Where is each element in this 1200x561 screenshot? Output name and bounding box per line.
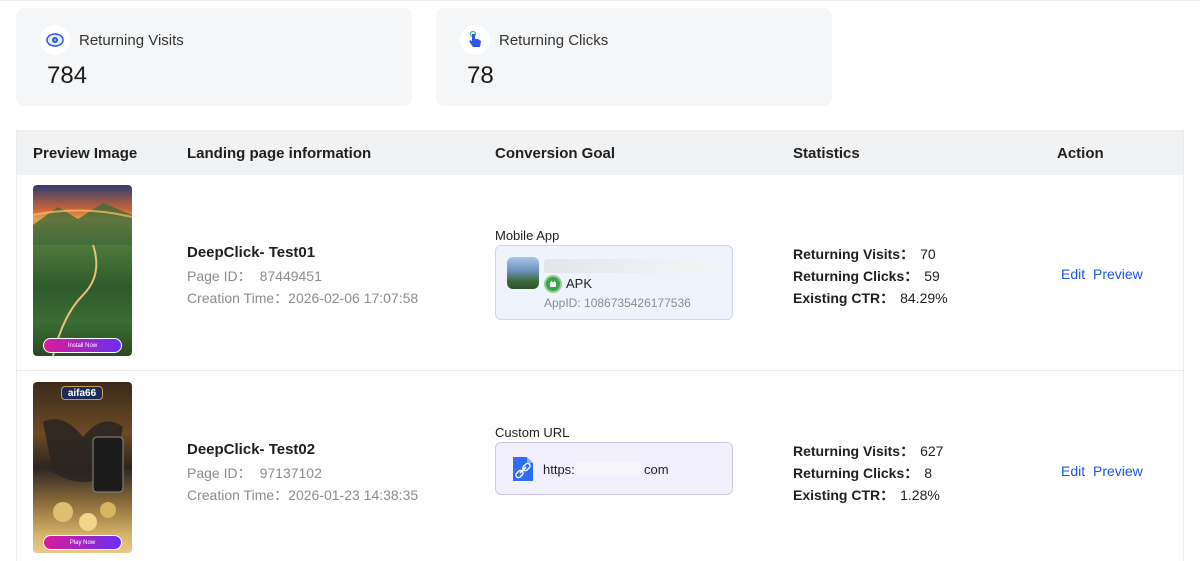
returning-clicks-label: Returning Clicks — [499, 32, 609, 49]
conversion-goal-type: Custom URL — [495, 425, 570, 440]
tap-hand-icon — [460, 25, 490, 55]
dragon-game-image — [43, 419, 124, 531]
returning-visits-card: Returning Visits 784 — [16, 8, 412, 106]
creation-time-label: Creation Time： — [187, 487, 289, 503]
preview-link[interactable]: Preview — [1093, 463, 1143, 479]
stat-returning-clicks: Returning Clicks： 8 — [793, 463, 932, 483]
table-row: aifa66 Play Now DeepClick- Test02 Page I… — [17, 372, 1183, 561]
returning-clicks-card: Returning Clicks 78 — [436, 8, 832, 106]
page-id-value: 87449451 — [259, 268, 322, 284]
app-icon — [507, 257, 539, 289]
android-icon — [544, 275, 562, 293]
page-id-label: Page ID： — [187, 465, 252, 481]
table-row: Install Now DeepClick- Test01 Page ID： 87… — [17, 175, 1183, 371]
creation-time-label: Creation Time： — [187, 290, 289, 306]
landing-page-title: DeepClick- Test02 — [187, 441, 316, 458]
mountain-landscape-image — [33, 203, 132, 356]
link-file-icon — [511, 455, 535, 483]
app-name-redacted — [544, 259, 718, 273]
stat-visits-label: Returning Visits： — [793, 246, 915, 262]
url-prefix: https: — [543, 462, 575, 477]
stat-ctr-label: Existing CTR： — [793, 290, 895, 306]
page-id-label: Page ID： — [187, 268, 252, 284]
column-header-statistics: Statistics — [793, 145, 860, 162]
column-header-preview-image: Preview Image — [33, 145, 138, 162]
creation-time: Creation Time：2026-02-06 17:07:58 — [187, 288, 418, 308]
preview-link[interactable]: Preview — [1093, 266, 1143, 282]
page-id: Page ID： 97137102 — [187, 463, 322, 483]
edit-link[interactable]: Edit — [1061, 463, 1085, 479]
stat-visits-value: 70 — [920, 246, 936, 262]
creation-time-value: 2026-02-06 17:07:58 — [288, 290, 419, 306]
landing-page-title: DeepClick- Test01 — [187, 244, 316, 261]
stat-ctr-value: 84.29% — [900, 290, 948, 306]
table-header: Preview Image Landing page information C… — [17, 131, 1183, 175]
stat-existing-ctr: Existing CTR： 84.29% — [793, 288, 948, 308]
preview-image[interactable]: aifa66 Play Now — [33, 382, 132, 553]
edit-link[interactable]: Edit — [1061, 266, 1085, 282]
apk-label: APK — [566, 276, 593, 291]
page-id: Page ID： 87449451 — [187, 266, 322, 286]
column-header-conversion-goal: Conversion Goal — [495, 145, 616, 162]
stat-clicks-value: 8 — [924, 465, 933, 481]
column-header-landing-page-info: Landing page information — [187, 145, 372, 162]
stat-returning-visits: Returning Visits： 70 — [793, 244, 936, 264]
stat-visits-value: 627 — [920, 443, 944, 459]
returning-visits-label: Returning Visits — [79, 32, 184, 49]
stat-clicks-value: 59 — [924, 268, 940, 284]
stat-returning-clicks: Returning Clicks： 59 — [793, 266, 940, 286]
stat-clicks-label: Returning Clicks： — [793, 268, 919, 284]
column-header-action: Action — [1057, 145, 1104, 162]
eye-icon — [40, 25, 70, 55]
install-now-button: Install Now — [43, 338, 122, 353]
returning-clicks-value: 78 — [467, 62, 494, 89]
creation-time: Creation Time：2026-01-23 14:38:35 — [187, 485, 418, 505]
url-redacted — [576, 462, 642, 476]
preview-image[interactable]: Install Now — [33, 185, 132, 356]
returning-visits-value: 784 — [47, 62, 88, 89]
stat-visits-label: Returning Visits： — [793, 443, 915, 459]
stat-existing-ctr: Existing CTR： 1.28% — [793, 485, 940, 505]
play-now-button: Play Now — [43, 535, 122, 550]
brand-logo: aifa66 — [61, 386, 103, 400]
top-divider — [0, 0, 1200, 1]
page-id-value: 97137102 — [259, 465, 322, 481]
stat-clicks-label: Returning Clicks： — [793, 465, 919, 481]
stat-ctr-value: 1.28% — [900, 487, 940, 503]
conversion-goal-type: Mobile App — [495, 228, 560, 243]
creation-time-value: 2026-01-23 14:38:35 — [288, 487, 419, 503]
url-suffix: com — [644, 462, 669, 477]
mobile-app-goal-card: APK AppID: 1086735426177536 — [495, 245, 733, 320]
stat-returning-visits: Returning Visits： 627 — [793, 441, 943, 461]
stat-ctr-label: Existing CTR： — [793, 487, 895, 503]
app-id: AppID: 1086735426177536 — [544, 296, 691, 310]
landing-pages-table: Preview Image Landing page information C… — [16, 130, 1184, 561]
custom-url-goal-card: https: com — [495, 442, 733, 495]
